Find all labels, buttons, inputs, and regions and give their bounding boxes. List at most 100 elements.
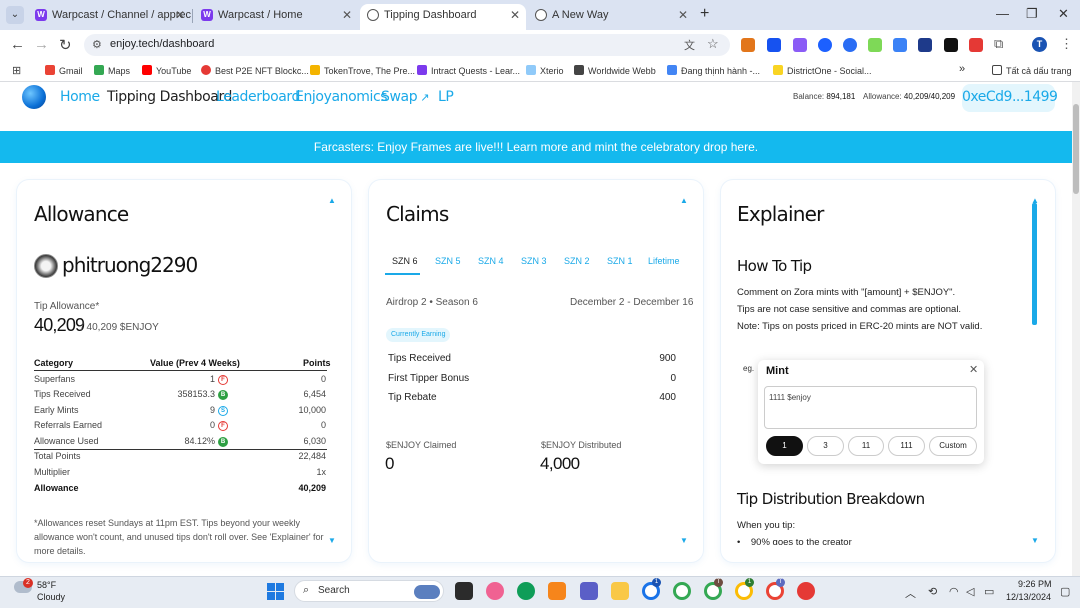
mint-option-1[interactable]: 1 [766,436,803,456]
weather-condition[interactable]: Cloudy [37,592,65,602]
wallet-address-button[interactable]: 0xeCd9...1499 [962,84,1058,112]
explainer-title: Explainer [737,202,824,226]
extension-icon[interactable] [868,38,882,52]
nav-lp[interactable]: LP [438,89,454,105]
site-info-icon[interactable]: ⚙ [92,38,102,51]
show-hidden-icons-icon[interactable]: ︿ [905,585,916,601]
profile-avatar[interactable]: T [1032,37,1047,52]
close-icon[interactable]: ✕ [969,363,978,376]
bookmark-tokentrove[interactable]: TokenTrove, The Pre... [310,65,415,76]
tab-szn-5[interactable]: SZN 5 [435,256,461,266]
clock-date[interactable]: 12/13/2024 [1006,592,1051,602]
task-view-icon[interactable] [455,582,473,600]
chrome-icon[interactable] [673,582,691,600]
forward-icon[interactable]: → [34,36,49,53]
announcement-banner[interactable]: Farcasters: Enjoy Frames are live!!! Lea… [0,131,1072,163]
bookmark-trending[interactable]: Đang thịnh hành -... [667,65,760,76]
wallet-extension-icon[interactable] [767,38,781,52]
new-tab-button[interactable]: + [700,5,709,23]
minimize-icon[interactable]: — [996,6,1009,21]
windows-start-icon[interactable] [267,583,284,600]
allowance-total-value: 40,209 [298,483,326,493]
url-text[interactable]: enjoy.tech/dashboard [110,38,214,50]
nav-tipping-dashboard[interactable]: Tipping Dashboard [107,89,232,105]
teams-icon[interactable] [580,582,598,600]
more-bookmarks-icon[interactable]: » [959,63,965,75]
app-icon[interactable] [797,582,815,600]
nav-home[interactable]: Home [60,89,100,105]
bookmark-youtube[interactable]: YouTube [142,65,191,76]
extension-icon[interactable] [893,38,907,52]
scroll-up-icon[interactable]: ▲ [328,196,336,205]
reload-icon[interactable]: ↻ [59,36,72,54]
back-icon[interactable]: ← [10,36,25,53]
apps-grid-icon[interactable]: ⊞ [12,64,21,77]
notifications-icon[interactable]: ▢ [1060,585,1070,598]
metamask-extension-icon[interactable] [741,38,755,52]
bookmark-gmail[interactable]: Gmail [45,65,83,76]
close-window-icon[interactable]: ✕ [1058,6,1069,22]
close-tab-icon[interactable]: ✕ [678,4,688,26]
tab-search-menu-button[interactable]: ⌄ [6,6,24,24]
extension-icon[interactable] [969,38,983,52]
bookmark-star-icon[interactable]: ☆ [707,36,719,52]
tab-a-new-way[interactable]: A New Way ✕ [528,4,694,30]
table-divider [34,449,327,450]
mint-option-custom[interactable]: Custom [929,436,977,456]
bookmark-worldwide-webb[interactable]: Worldwide Webb [574,65,656,76]
allowance-total-label: Allowance [34,483,79,493]
weather-temperature[interactable]: 58°F [37,580,56,590]
volume-icon[interactable]: ◁ [966,585,974,598]
edge-icon[interactable] [517,582,535,600]
scroll-down-icon[interactable]: ▼ [680,536,688,545]
mint-option-111[interactable]: 111 [888,436,925,456]
tab-warpcast-channel[interactable]: W Warpcast / Channel / appreciati ✕ [28,4,191,30]
file-explorer-icon[interactable] [611,582,629,600]
all-bookmarks-folder[interactable]: Tất cả dấu trang [992,65,1072,76]
tab-szn-2[interactable]: SZN 2 [564,256,590,266]
close-tab-icon[interactable]: ✕ [175,4,185,26]
bookmark-districtone[interactable]: DistrictOne - Social... [773,65,872,76]
mint-option-3[interactable]: 3 [807,436,844,456]
tab-lifetime[interactable]: Lifetime [648,256,680,266]
nav-swap[interactable]: Swap ↗ [381,89,430,105]
bookmark-xterio[interactable]: Xterio [526,65,564,76]
extensions-puzzle-icon[interactable]: ⧉ [994,36,1003,52]
tab-warpcast-home[interactable]: W Warpcast / Home ✕ [194,4,358,30]
battery-icon[interactable]: ▭ [984,585,994,598]
extension-icon[interactable] [944,38,958,52]
nav-enjoyanomics[interactable]: Enjoyanomics [295,89,388,105]
copilot-icon[interactable] [486,582,504,600]
extension-icon[interactable] [843,38,857,52]
sync-icon[interactable]: ⟲ [928,585,937,598]
bookmark-p2e[interactable]: Best P2E NFT Blockc... [201,65,309,76]
clock-time[interactable]: 9:26 PM [1018,579,1052,589]
bookmark-intract[interactable]: Intract Quests - Lear... [417,65,520,76]
wifi-icon[interactable]: ◠ [949,585,959,598]
tab-szn-6[interactable]: SZN 6 [392,256,418,266]
mint-option-11[interactable]: 11 [848,436,884,456]
extension-icon[interactable] [818,38,832,52]
tab-szn-1[interactable]: SZN 1 [607,256,633,266]
close-tab-icon[interactable]: ✕ [510,4,520,26]
more-menu-icon[interactable]: ⋮ [1060,36,1073,52]
extension-icon[interactable] [918,38,932,52]
tab-szn-4[interactable]: SZN 4 [478,256,504,266]
multiplier-value: 1x [316,467,326,477]
maximize-icon[interactable]: ❐ [1026,6,1038,22]
nav-leaderboard[interactable]: Leaderboard [216,89,300,105]
close-tab-icon[interactable]: ✕ [342,4,352,26]
row-category: Tips Received [34,389,91,399]
explainer-line: Tips are not case sensitive and commas a… [737,304,962,315]
metamask-icon[interactable] [548,582,566,600]
translate-icon[interactable]: 文 [684,37,695,53]
bookmark-maps[interactable]: Maps [94,65,130,76]
page-scrollbar-thumb[interactable] [1073,104,1079,194]
mint-comment-input[interactable]: 1111 $enjoy [764,386,977,429]
tab-szn-3[interactable]: SZN 3 [521,256,547,266]
explainer-scroll-thumb[interactable] [1032,203,1037,325]
extension-icon[interactable] [793,38,807,52]
enjoy-logo[interactable] [22,85,46,109]
tab-tipping-dashboard[interactable]: Tipping Dashboard ✕ [360,4,526,30]
scroll-up-icon[interactable]: ▲ [680,196,688,205]
